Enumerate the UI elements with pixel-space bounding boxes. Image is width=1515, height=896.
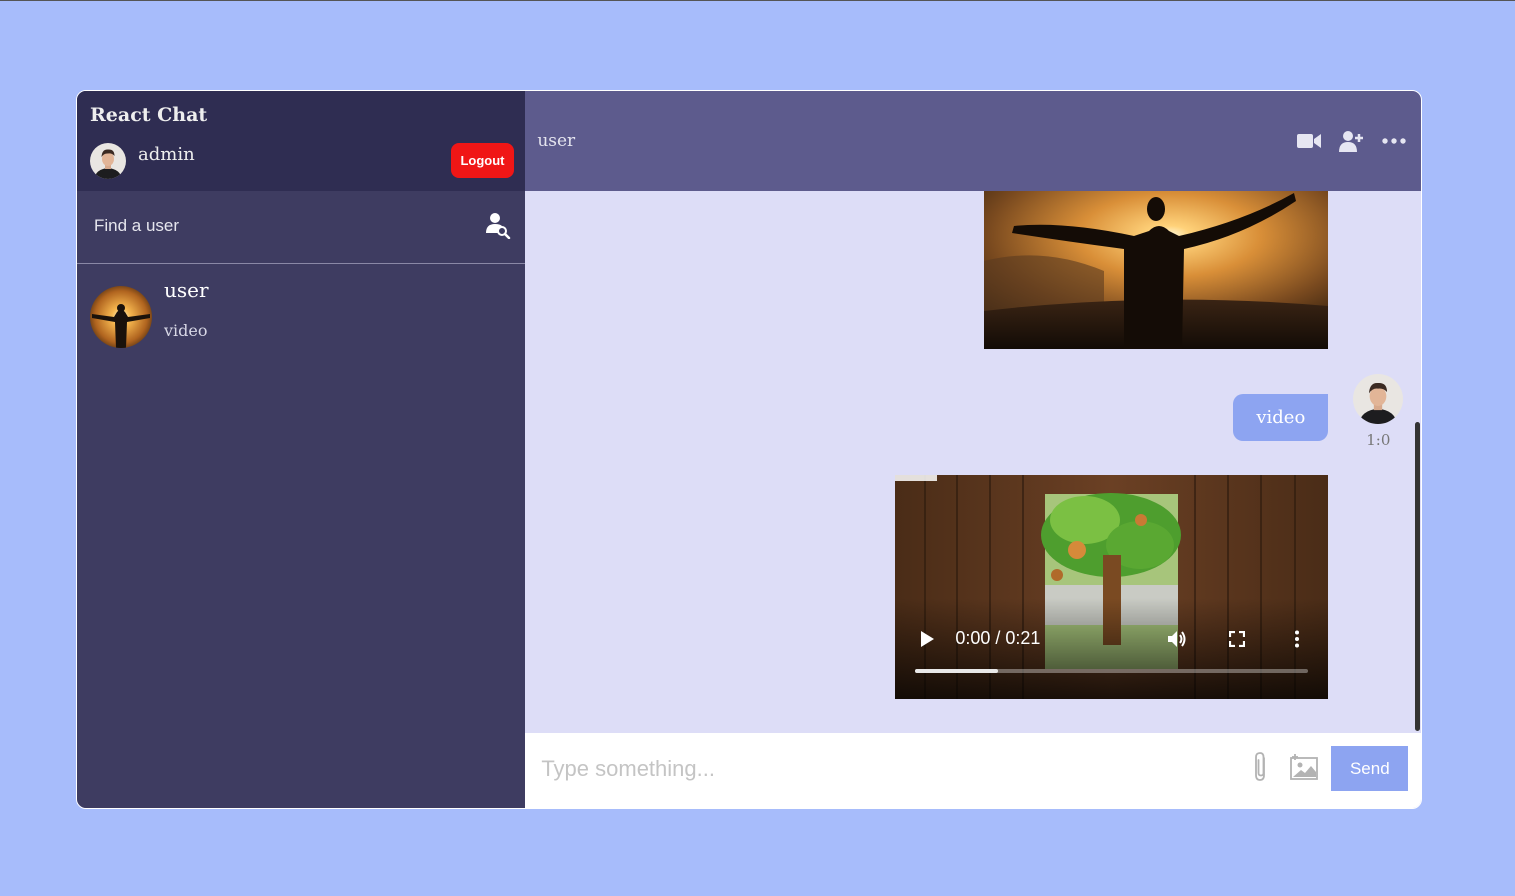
chat-last-message: video <box>164 321 208 340</box>
chat-header: user <box>525 91 1421 191</box>
video-camera-icon[interactable] <box>1296 129 1322 153</box>
chat-app-window: React Chat admin Logout Find a user user… <box>76 90 1422 809</box>
search-user-icon[interactable] <box>485 211 511 239</box>
video-time: 0:00 / 0:21 <box>955 628 1041 648</box>
chat-user-avatar <box>90 286 152 348</box>
message-sender-avatar <box>1353 374 1404 424</box>
play-icon[interactable] <box>919 630 935 648</box>
video-progress-track[interactable] <box>915 669 1309 673</box>
sidebar: React Chat admin Logout Find a user user… <box>77 91 526 808</box>
volume-icon[interactable] <box>1167 630 1187 648</box>
user-search <box>77 191 526 264</box>
send-button[interactable]: Send <box>1331 746 1409 791</box>
video-menu-icon[interactable] <box>1293 630 1301 648</box>
more-icon[interactable] <box>1381 129 1407 153</box>
image-message[interactable] <box>984 191 1329 349</box>
chat-list-item[interactable]: user video <box>77 264 525 348</box>
image-icon[interactable] <box>1289 753 1319 781</box>
chat-user-name: user <box>164 278 209 302</box>
search-input[interactable] <box>92 213 476 239</box>
text-message-bubble: video <box>1233 394 1329 441</box>
messages-list[interactable]: video 1:0 0:00 / 0:21 <box>525 191 1421 733</box>
logout-button[interactable]: Logout <box>451 143 514 178</box>
app-brand: React Chat <box>90 104 208 126</box>
message-composer: Send <box>525 733 1421 808</box>
chat-panel: user video 1:0 0:00 / 0:21 Type somethin… <box>525 91 1421 808</box>
sidebar-navbar: React Chat admin Logout <box>77 91 526 191</box>
video-message[interactable]: 0:00 / 0:21 <box>895 475 1329 699</box>
chat-header-title: user <box>537 131 576 151</box>
top-border <box>0 0 1515 1</box>
current-user-avatar <box>90 143 126 179</box>
add-user-icon[interactable] <box>1338 129 1364 153</box>
attach-icon[interactable] <box>1251 751 1271 783</box>
messages-scrollbar[interactable] <box>1415 422 1421 731</box>
current-user-name: admin <box>138 144 195 165</box>
message-time: 1:0 <box>1366 431 1391 449</box>
message-input[interactable] <box>539 751 1234 787</box>
fullscreen-icon[interactable] <box>1229 631 1246 647</box>
video-progress-fill <box>915 669 998 673</box>
